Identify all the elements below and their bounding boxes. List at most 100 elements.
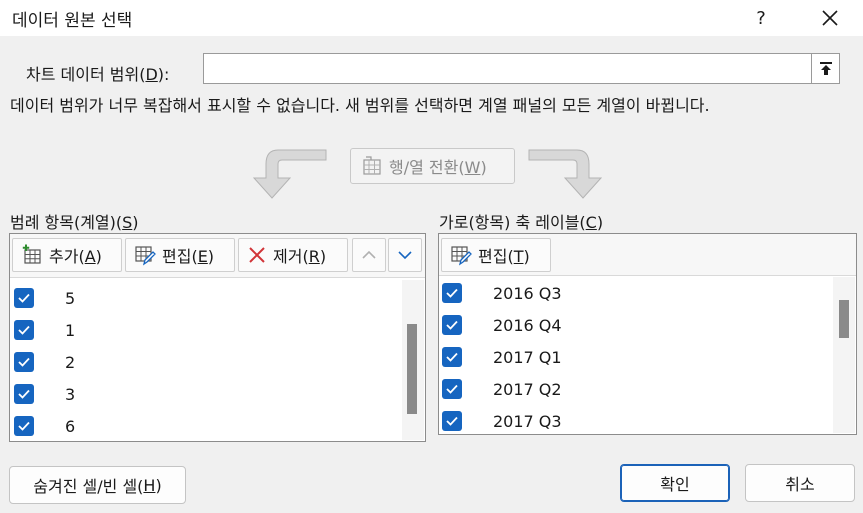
switch-row-column-icon <box>363 156 381 175</box>
hidden-cells-label-prefix: 숨겨진 셀/빈 셀( <box>33 477 144 496</box>
switch-row-column-button[interactable]: 행/열 전환(W) <box>350 148 515 184</box>
axis-label-text: 2017 Q2 <box>493 379 562 399</box>
switch-label-key: W <box>464 158 481 177</box>
axis-label-checkbox[interactable] <box>442 283 462 303</box>
axis-label-text: 2016 Q4 <box>493 315 562 335</box>
axis-labels-panel: 편집(T) 2016 Q3 2016 Q4 2017 Q1 2017 Q2 20… <box>438 233 857 435</box>
edit-label-suffix: ) <box>207 247 215 266</box>
move-up-button[interactable] <box>352 238 386 272</box>
checkmark-icon <box>446 288 458 298</box>
edit-table-icon <box>451 246 472 266</box>
curved-arrow-left-icon <box>252 149 327 199</box>
range-message: 데이터 범위가 너무 복잡해서 표시할 수 없습니다. 새 범위를 선택하면 계… <box>10 96 710 115</box>
list-item[interactable]: 2017 Q3 <box>439 405 829 437</box>
list-item[interactable]: 2016 Q3 <box>439 277 829 309</box>
upload-arrow-icon <box>819 61 832 75</box>
close-icon <box>822 10 838 26</box>
remove-label-prefix: 제거( <box>273 247 309 266</box>
chart-data-range-label: 차트 데이터 범위(D): <box>26 61 169 85</box>
switch-label-prefix: 행/열 전환( <box>389 158 465 177</box>
close-button[interactable] <box>800 0 860 36</box>
checkmark-icon <box>446 320 458 330</box>
edit-axis-labels-button[interactable]: 편집(T) <box>441 238 551 272</box>
series-checkbox[interactable] <box>14 288 34 308</box>
legend-title-prefix: 범례 항목(계열)( <box>10 213 123 232</box>
legend-entries-panel: 추가(A) 편집(E) 제거(R) 5 1 2 3 6 <box>9 233 426 442</box>
legend-scrollbar-thumb[interactable] <box>407 324 417 414</box>
axis-label-checkbox[interactable] <box>442 347 462 367</box>
checkmark-icon <box>18 293 30 303</box>
remove-label-key: R <box>308 247 320 266</box>
range-label-suffix: ): <box>157 65 170 84</box>
series-checkbox[interactable] <box>14 320 34 340</box>
edit-table-icon <box>135 246 156 266</box>
axis-labels-label: 가로(항목) 축 레이블(C) <box>439 209 603 233</box>
add-label-prefix: 추가( <box>49 247 85 266</box>
add-label-suffix: ) <box>95 247 102 266</box>
list-item[interactable]: 2017 Q2 <box>439 373 829 405</box>
series-name: 5 <box>65 288 76 308</box>
axis-label-checkbox[interactable] <box>442 379 462 399</box>
series-checkbox[interactable] <box>14 384 34 404</box>
ok-button[interactable]: 확인 <box>620 464 730 502</box>
edit-label-prefix: 편집( <box>162 247 198 266</box>
range-label-prefix: 차트 데이터 범위( <box>26 65 146 84</box>
hidden-empty-cells-button[interactable]: 숨겨진 셀/빈 셀(H) <box>9 466 186 504</box>
list-item[interactable]: 6 <box>10 410 400 442</box>
collapse-range-button[interactable] <box>811 53 840 84</box>
axis-edit-label-prefix: 편집( <box>478 247 514 266</box>
axis-label-checkbox[interactable] <box>442 411 462 431</box>
range-label-key: D <box>145 65 158 84</box>
series-checkbox[interactable] <box>14 352 34 372</box>
edit-label-key: E <box>197 247 208 266</box>
checkmark-icon <box>446 352 458 362</box>
remove-x-icon <box>249 247 265 263</box>
series-checkbox[interactable] <box>14 416 34 436</box>
cancel-button[interactable]: 취소 <box>745 464 855 502</box>
checkmark-icon <box>446 416 458 426</box>
help-button[interactable]: ? <box>742 0 780 36</box>
axis-edit-label-key: T <box>513 247 524 266</box>
axis-label-text: 2017 Q3 <box>493 411 562 431</box>
axis-scrollbar-thumb[interactable] <box>839 300 849 338</box>
legend-title-suffix: ) <box>132 213 139 232</box>
remove-series-button[interactable]: 제거(R) <box>238 238 348 272</box>
series-name: 6 <box>65 416 76 436</box>
hidden-cells-label-key: H <box>143 475 156 495</box>
chevron-up-icon <box>362 250 376 259</box>
checkmark-icon <box>18 357 30 367</box>
legend-title-key: S <box>122 213 133 232</box>
checkmark-icon <box>18 325 30 335</box>
move-down-button[interactable] <box>388 238 422 272</box>
axis-title-key: C <box>585 213 597 232</box>
axis-label-text: 2017 Q1 <box>493 347 562 367</box>
list-item[interactable]: 2 <box>10 346 400 378</box>
list-item[interactable]: 1 <box>10 314 400 346</box>
checkmark-icon <box>446 384 458 394</box>
axis-title-suffix: ) <box>596 213 604 232</box>
axis-label-text: 2016 Q3 <box>493 283 562 303</box>
list-item[interactable]: 2017 Q1 <box>439 341 829 373</box>
legend-series-list: 5 1 2 3 6 <box>10 282 400 442</box>
series-name: 2 <box>65 352 76 372</box>
curved-arrow-right-icon <box>528 149 603 199</box>
axis-label-checkbox[interactable] <box>442 315 462 335</box>
axis-edit-label-suffix: ) <box>523 247 530 266</box>
series-name: 3 <box>65 384 76 404</box>
checkmark-icon <box>18 389 30 399</box>
hidden-cells-label-suffix: ) <box>155 475 162 495</box>
series-name: 1 <box>65 320 76 340</box>
axis-labels-list: 2016 Q3 2016 Q4 2017 Q1 2017 Q2 2017 Q3 <box>439 277 829 437</box>
edit-series-button[interactable]: 편집(E) <box>125 238 235 272</box>
chart-data-range-input[interactable] <box>203 53 812 84</box>
legend-entries-label: 범례 항목(계열)(S) <box>10 209 139 233</box>
remove-label-suffix: ) <box>319 247 327 266</box>
list-item[interactable]: 5 <box>10 282 400 314</box>
switch-label-suffix: ) <box>480 158 487 177</box>
checkmark-icon <box>18 421 30 431</box>
list-item[interactable]: 3 <box>10 378 400 410</box>
add-series-button[interactable]: 추가(A) <box>12 238 122 272</box>
axis-title-prefix: 가로(항목) 축 레이블( <box>439 213 586 232</box>
list-item[interactable]: 2016 Q4 <box>439 309 829 341</box>
chevron-down-icon <box>398 251 412 260</box>
